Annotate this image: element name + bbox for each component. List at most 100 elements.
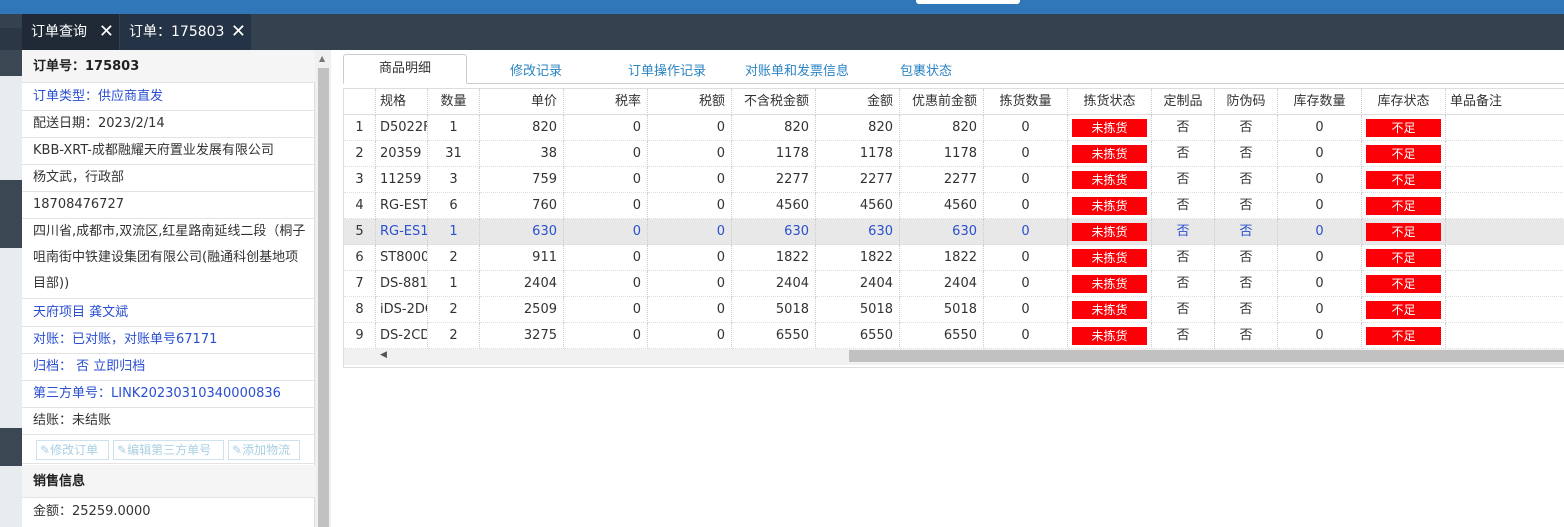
cell-spec: 11259	[376, 167, 428, 193]
cell-amount-ex-tax: 4560	[732, 193, 816, 219]
cell-stock-qty: 0	[1278, 297, 1362, 323]
pick-status-badge: 未拣货	[1072, 223, 1147, 241]
edit-third-party-button[interactable]: ✎编辑第三方单号	[113, 440, 224, 460]
cell-amount-ex-tax: 820	[732, 115, 816, 141]
column-header-amount-ex-tax[interactable]: 不含税金额	[732, 89, 816, 115]
cell-unit-price: 911	[480, 245, 564, 271]
cell-amount-before-discount: 5018	[900, 297, 984, 323]
left-panel-scroll-thumb[interactable]	[318, 68, 329, 527]
scroll-left-icon[interactable]: ◀	[380, 350, 387, 360]
cell-tax-amount: 0	[648, 323, 732, 349]
cell-stock-status: 不足	[1362, 323, 1446, 349]
pick-status-badge: 未拣货	[1072, 197, 1147, 215]
column-header-amount[interactable]: 金额	[816, 89, 900, 115]
cell-amount-ex-tax: 1822	[732, 245, 816, 271]
cell-tax-rate: 0	[564, 297, 648, 323]
cell-pick-status: 未拣货	[1068, 141, 1152, 167]
cell-stock-qty: 0	[1278, 115, 1362, 141]
order-number: 订单号：175803	[22, 50, 315, 83]
cell-stock-qty: 0	[1278, 193, 1362, 219]
tab-package-status[interactable]: 包裹状态	[900, 60, 952, 79]
project-info[interactable]: 天府项目 龚文斌	[22, 300, 315, 327]
cell-row-index: 5	[344, 219, 376, 245]
cell-item-remark	[1446, 193, 1564, 219]
column-header-spec[interactable]: 规格	[376, 89, 428, 115]
column-header-item-remark[interactable]: 单品备注	[1446, 89, 1564, 115]
column-header-picked-qty[interactable]: 拣货数量	[984, 89, 1068, 115]
tab-modify-log[interactable]: 修改记录	[510, 60, 562, 79]
cell-quantity: 31	[428, 141, 480, 167]
cell-amount: 2404	[816, 271, 900, 297]
column-header-quantity[interactable]: 数量	[428, 89, 480, 115]
cell-amount-before-discount: 6550	[900, 323, 984, 349]
nav-edge-band	[0, 428, 22, 466]
column-header-tax-amount[interactable]: 税额	[648, 89, 732, 115]
column-header-stock-status[interactable]: 库存状态	[1362, 89, 1446, 115]
cell-unit-price: 3275	[480, 323, 564, 349]
cell-row-index: 1	[344, 115, 376, 141]
cell-stock-status: 不足	[1362, 245, 1446, 271]
column-header-pick-status[interactable]: 拣货状态	[1068, 89, 1152, 115]
cell-spec: RG-ES1	[376, 219, 428, 245]
cell-tax-amount: 0	[648, 141, 732, 167]
tab-order-detail-label: 订单：175803	[129, 24, 225, 40]
cell-amount: 2277	[816, 167, 900, 193]
cell-custom-item: 否	[1152, 193, 1215, 219]
close-icon[interactable]: ✕	[99, 14, 114, 50]
cell-quantity: 1	[428, 115, 480, 141]
scroll-up-icon[interactable]: ▲	[319, 54, 325, 63]
tab-order-query[interactable]: 订单查询 ✕	[22, 14, 119, 50]
cell-amount-before-discount: 1822	[900, 245, 984, 271]
close-icon[interactable]: ✕	[231, 14, 246, 50]
tab-goods-detail[interactable]: 商品明细	[343, 54, 467, 84]
cell-pick-status: 未拣货	[1068, 167, 1152, 193]
tab-statement-invoice[interactable]: 对账单和发票信息	[745, 60, 849, 79]
cell-stock-status: 不足	[1362, 297, 1446, 323]
cell-picked-qty: 0	[984, 245, 1068, 271]
cell-quantity: 3	[428, 167, 480, 193]
cell-spec: DS-2CD	[376, 323, 428, 349]
stock-status-badge: 不足	[1366, 249, 1441, 267]
cell-quantity: 6	[428, 193, 480, 219]
company-name: KBB-XRT-成都融耀天府置业发展有限公司	[22, 138, 315, 165]
cell-stock-qty: 0	[1278, 245, 1362, 271]
cell-anti-fake-code: 否	[1215, 167, 1278, 193]
cell-stock-qty: 0	[1278, 323, 1362, 349]
cell-tax-amount: 0	[648, 167, 732, 193]
edit-order-button[interactable]: ✎修改订单	[36, 440, 109, 460]
column-header-stock-qty[interactable]: 库存数量	[1278, 89, 1362, 115]
tab-order-detail[interactable]: 订单：175803 ✕	[120, 14, 251, 50]
top-header-bar	[0, 0, 1564, 14]
cell-amount-ex-tax: 2277	[732, 167, 816, 193]
reconcile-status[interactable]: 对账：已对账，对账单号67171	[22, 327, 315, 354]
third-party-number[interactable]: 第三方单号：LINK20230310340000836	[22, 381, 315, 408]
cell-stock-qty: 0	[1278, 167, 1362, 193]
cell-stock-status: 不足	[1362, 141, 1446, 167]
cell-amount: 5018	[816, 297, 900, 323]
top-header-button[interactable]	[916, 0, 1020, 4]
cell-quantity: 2	[428, 323, 480, 349]
grid-scroll-thumb[interactable]	[849, 350, 1564, 362]
pick-status-badge: 未拣货	[1072, 119, 1147, 137]
delivery-address: 四川省,成都市,双流区,红星路南延线二段（桐子咀南街中铁建设集团有限公司(融通科…	[22, 219, 315, 299]
cell-row-index: 9	[344, 323, 376, 349]
column-header-amount-before-discount[interactable]: 优惠前金额	[900, 89, 984, 115]
add-logistics-button[interactable]: ✎添加物流	[228, 440, 300, 460]
detail-tab-bar: 商品明细 修改记录 订单操作记录 对账单和发票信息 包裹状态	[343, 54, 1564, 84]
grid-horizontal-scrollbar[interactable]: ◀	[344, 347, 1564, 365]
stock-status-badge: 不足	[1366, 171, 1441, 189]
cell-row-index: 4	[344, 193, 376, 219]
cell-custom-item: 否	[1152, 271, 1215, 297]
cell-row-index: 6	[344, 245, 376, 271]
add-logistics-label: 添加物流	[242, 443, 291, 457]
column-header-custom-item[interactable]: 定制品	[1152, 89, 1215, 115]
cell-tax-rate: 0	[564, 141, 648, 167]
cell-item-remark	[1446, 141, 1564, 167]
cell-item-remark	[1446, 271, 1564, 297]
column-header-tax-rate[interactable]: 税率	[564, 89, 648, 115]
pick-status-badge: 未拣货	[1072, 145, 1147, 163]
column-header-anti-fake-code[interactable]: 防伪码	[1215, 89, 1278, 115]
tab-operation-log[interactable]: 订单操作记录	[628, 60, 706, 79]
column-header-unit-price[interactable]: 单价	[480, 89, 564, 115]
archive-status[interactable]: 归档： 否 立即归档	[22, 354, 315, 381]
